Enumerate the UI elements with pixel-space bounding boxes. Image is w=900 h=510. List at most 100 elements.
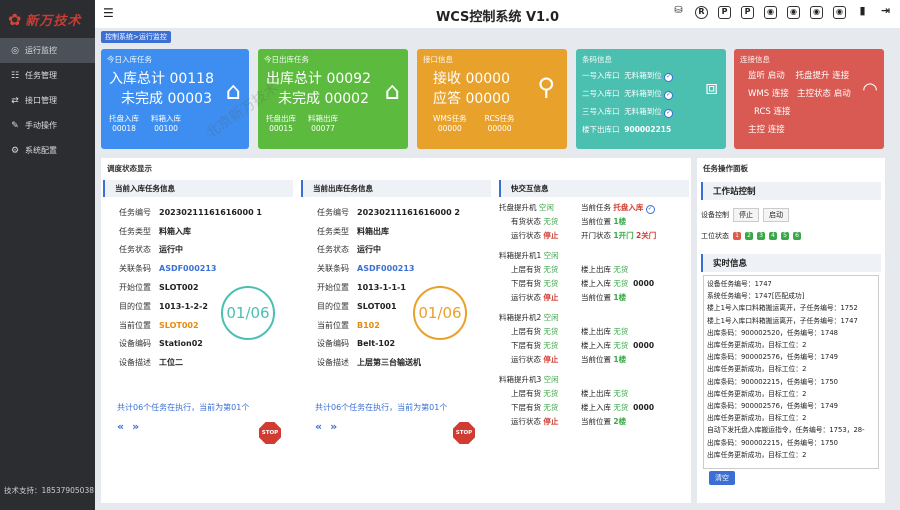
breadcrumb[interactable]: 控制系统>运行监控: [101, 31, 171, 43]
pallet-lift-status: 连接: [832, 71, 850, 81]
camera-icon[interactable]: ◉: [764, 6, 777, 19]
p-icon[interactable]: P: [741, 6, 754, 19]
inbound-card: 今日入库任务 入库总计 00118 未完成 00003 托盘入库 00018 料箱…: [101, 49, 249, 149]
card-title: 条码信息: [582, 55, 612, 64]
prev-icon[interactable]: «: [117, 420, 132, 433]
gear-icon: ⚙: [10, 145, 20, 156]
home-out-icon: ⌂: [384, 77, 400, 105]
task-icon: ☷: [10, 70, 20, 81]
sidebar-item-interface-manage[interactable]: ⇄ 接口管理: [0, 88, 95, 113]
sidebar-item-label: 手动操作: [25, 121, 57, 130]
wms-status: 连接: [771, 89, 789, 99]
panel-header: 快交互信息: [499, 180, 689, 197]
task-operation-panel: 任务操作面板 工作站控制 设备控制 停止 启动 工位状态 1 2 3 4 5 6…: [697, 158, 885, 503]
info-row: 开始位置 1013-1-1-1: [317, 283, 406, 293]
interface-icon: ⇄: [11, 95, 19, 106]
master-status: 启动: [833, 89, 851, 99]
stop-button[interactable]: STOP: [453, 422, 475, 444]
check-icon: ✓: [664, 109, 674, 118]
lift-status-list: 托盘提升机 空闲 当前任务 托盘入库 ✓ 有货状态 无货 当前位置 1楼 运行状态 …: [499, 203, 657, 426]
log-line: 出库条码：900002520，任务编号：1748: [707, 328, 838, 337]
camera-icon[interactable]: ◉: [787, 6, 800, 19]
camera-icon[interactable]: ◉: [833, 6, 846, 19]
label: WMS任务: [433, 114, 467, 123]
log-line: 出库条码：900002576，任务编号：1749: [707, 353, 838, 362]
lock-icon[interactable]: ▮: [856, 5, 869, 19]
database-icon[interactable]: ⛁: [672, 6, 685, 19]
info-row: 任务编号 20230211161616000 1: [119, 207, 262, 217]
section-title: 调度状态显示: [107, 164, 152, 173]
station-dot[interactable]: 1: [733, 232, 741, 240]
pallet-inbound-count: 00018: [112, 124, 136, 133]
card-title: 今日出库任务: [264, 55, 309, 64]
info-row: 设备描述 工位二: [119, 358, 183, 368]
label: 主控: [748, 125, 766, 135]
outbound-card: 今日出库任务 出库总计 00092 未完成 00002 托盘出库 00015 料箱…: [258, 49, 408, 149]
inbound-total: 00118: [169, 71, 214, 87]
info-row: 关联条码 ASDF000213: [317, 264, 415, 274]
task-count-text: 共计06个任务在执行，当前为第01个: [315, 403, 448, 412]
label: 托盘入库: [109, 114, 139, 123]
sidebar-item-manual-operation[interactable]: ✎ 手动操作: [0, 113, 95, 138]
log-line: 出库任务更新成功，目标工位：2: [707, 389, 807, 398]
panel-header: 实时信息: [701, 254, 881, 272]
label: 托盘提升机: [499, 203, 537, 212]
realtime-log[interactable]: 设备任务编号：1747 系统任务编号：1747[匹配成功] 楼上1号入库口料箱搬…: [703, 275, 879, 469]
log-line: 出库任务更新成功，目标工位：2: [707, 414, 807, 423]
info-row: 设备编码 Belt-102: [317, 339, 396, 349]
card-title: 连接信息: [740, 55, 770, 64]
robot-icon: ⚲: [537, 73, 555, 101]
stop-device-button[interactable]: 停止: [733, 208, 759, 222]
stop-button[interactable]: STOP: [259, 422, 281, 444]
outbound-total: 00092: [326, 71, 371, 87]
clear-log-button[interactable]: 清空: [709, 471, 735, 485]
next-icon[interactable]: »: [132, 420, 147, 433]
log-line: 出库任务更新成功，目标工位：2: [707, 341, 807, 350]
logo-mark-icon: ✿: [8, 9, 22, 29]
sidebar-item-task-manage[interactable]: ☷ 任务管理: [0, 63, 95, 88]
info-row: 任务编号 20230211161616000 2: [317, 207, 460, 217]
label: 三号入库口: [582, 107, 620, 116]
panel-header: 工作站控制: [701, 182, 881, 200]
sidebar-item-label: 运行监控: [25, 46, 57, 55]
log-line: 系统任务编号：1747[匹配成功]: [707, 292, 805, 301]
label: 应答: [433, 91, 461, 107]
info-row: 设备描述 上层第三台输送机: [317, 358, 421, 368]
panel-header: 当前出库任务信息: [301, 180, 491, 197]
camera-icon[interactable]: ◉: [810, 6, 823, 19]
label: 二号入库口: [582, 89, 620, 98]
station-dot[interactable]: 6: [793, 232, 801, 240]
info-row: 任务状态 运行中: [119, 245, 183, 255]
sidebar-item-run-monitor[interactable]: ◎ 运行监控: [0, 38, 95, 63]
label: 一号入库口: [582, 71, 620, 80]
start-device-button[interactable]: 启动: [763, 208, 789, 222]
rcs-task-count: 00000: [487, 124, 512, 133]
station-dot[interactable]: 2: [745, 232, 753, 240]
port3-status: 无料箱到位: [624, 107, 662, 116]
barcode-card: 条码信息 一号入库口 无料箱到位 ✓ 二号入库口 无料箱到位 ✓ 三号入库口 无…: [576, 49, 726, 149]
station-dot[interactable]: 5: [781, 232, 789, 240]
logout-icon[interactable]: ⇥: [879, 5, 892, 19]
interface-card: 接口信息 接收 00000 应答 00000 WMS任务 00000 RCS任务 0…: [417, 49, 567, 149]
log-line: 出库任务更新成功，目标工位：2: [707, 450, 807, 459]
label: 托盘出库: [266, 114, 296, 123]
p-icon[interactable]: P: [718, 6, 731, 19]
section-title: 任务操作面板: [703, 164, 748, 173]
label: 入库总计: [109, 71, 165, 87]
sidebar-item-label: 系统配置: [25, 146, 57, 155]
listen-status: 启动: [767, 71, 785, 81]
label: 料箱入库: [151, 114, 181, 123]
prev-icon[interactable]: «: [315, 420, 330, 433]
downstairs-outbound-barcode: 900002215: [624, 125, 672, 134]
label: RCS任务: [484, 114, 515, 123]
label: 主控状态: [796, 89, 831, 99]
station-dot[interactable]: 3: [757, 232, 765, 240]
log-line: 出库任务更新成功，目标工位：2: [707, 365, 807, 374]
next-icon[interactable]: »: [330, 420, 345, 433]
response-count: 00000: [465, 91, 510, 107]
sidebar-item-system-config[interactable]: ⚙ 系统配置: [0, 138, 95, 163]
outbound-task-panel: 当前出库任务信息 任务编号 20230211161616000 2 任务类型 料箱出…: [301, 180, 491, 498]
r-icon[interactable]: R: [695, 6, 708, 19]
station-dot[interactable]: 4: [769, 232, 777, 240]
log-line: 楼上1号入库口料箱搬运离开，子任务编号：1752: [707, 304, 858, 313]
